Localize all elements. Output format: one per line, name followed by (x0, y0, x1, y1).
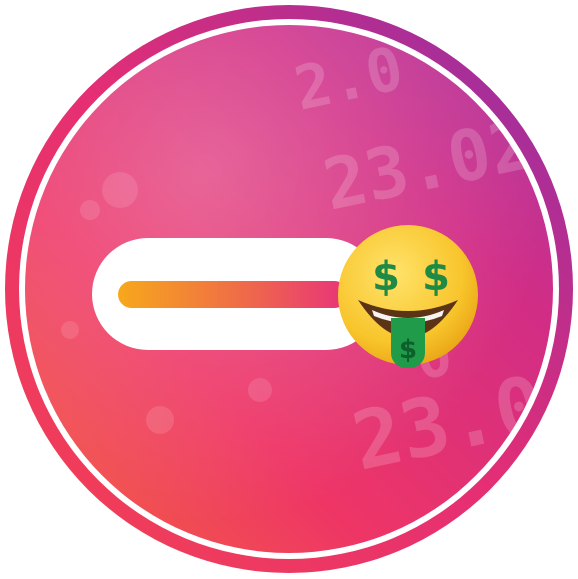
tongue-dollar-sign: $ (399, 335, 417, 365)
money-progress-badge: 2.0 23.02 23.0 0 $ $ $ (0, 0, 578, 579)
right-dollar-eye: $ (422, 254, 450, 300)
progress-fill (118, 281, 348, 308)
left-dollar-eye: $ (372, 254, 400, 300)
badge-artwork: 2.0 23.02 23.0 0 $ $ $ (5, 5, 573, 573)
